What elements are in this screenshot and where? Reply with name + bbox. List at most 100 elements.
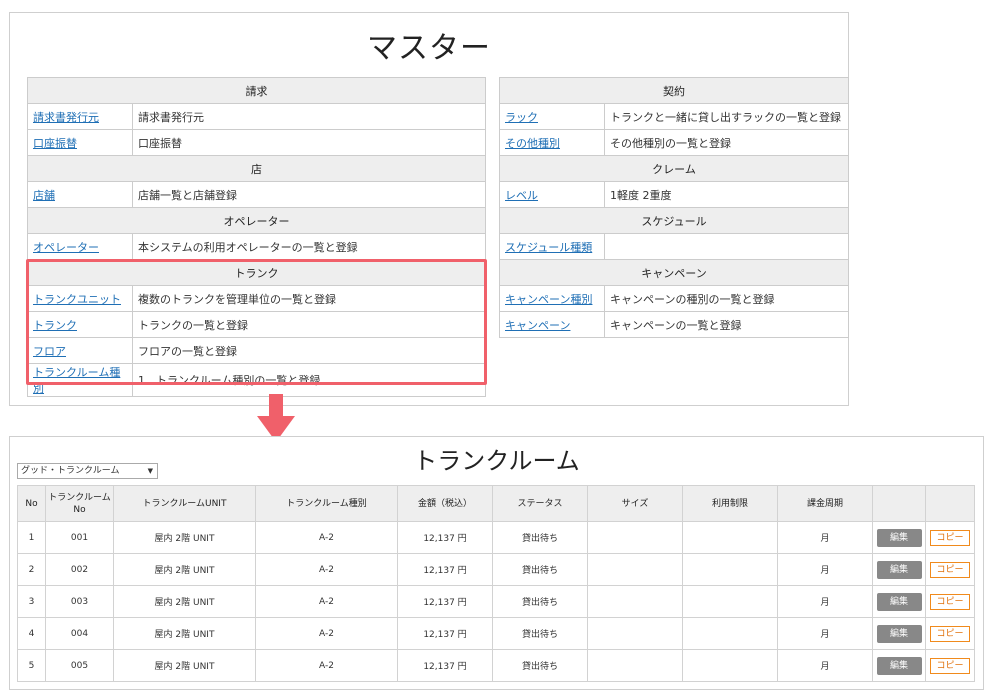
column-header: 課金周期 <box>777 485 873 522</box>
edit-button[interactable]: 編集 <box>876 560 922 579</box>
column-header: サイズ <box>587 485 683 522</box>
cell-price: 12,137 円 <box>397 649 493 682</box>
master-name-cell: トランクユニット <box>27 285 133 312</box>
master-link-right-1-0[interactable]: レベル <box>505 189 538 202</box>
section-header-row: トランク <box>27 259 486 286</box>
table-row: 4 004 屋内 2階 UNIT A-2 12,137 円貸出待ち 月編集 コピー <box>17 617 975 650</box>
cell-type: A-2 <box>255 553 398 586</box>
master-link-right-0-0[interactable]: ラック <box>505 111 538 124</box>
master-link-left-0-0[interactable]: 請求書発行元 <box>33 111 99 124</box>
cell-unit: 屋内 2階 UNIT <box>113 521 256 554</box>
master-link-left-3-1[interactable]: トランク <box>33 319 77 332</box>
master-description: トランクの一覧と登録 <box>132 311 486 338</box>
master-link-left-3-0[interactable]: トランクユニット <box>33 293 121 306</box>
master-link-right-2-0[interactable]: スケジュール種類 <box>505 241 592 254</box>
column-header: 利用制限 <box>682 485 778 522</box>
master-row: キャンペーン キャンペーンの一覧と登録 <box>499 311 849 338</box>
column-header: ステータス <box>492 485 588 522</box>
master-name-cell: 口座振替 <box>27 129 133 156</box>
cell-type: A-2 <box>255 521 398 554</box>
edit-button[interactable]: 編集 <box>876 624 922 643</box>
master-name-cell: オペレーター <box>27 233 133 260</box>
copy-button[interactable]: コピー <box>930 657 970 674</box>
master-link-left-1-0[interactable]: 店舗 <box>33 189 55 202</box>
master-link-left-2-0[interactable]: オペレーター <box>33 241 99 254</box>
master-description: 口座振替 <box>132 129 486 156</box>
cell-unit: 屋内 2階 UNIT <box>113 649 256 682</box>
edit-button[interactable]: 編集 <box>876 528 922 547</box>
cell-no: 2 <box>17 553 46 586</box>
master-panel: マスター 請求 請求書発行元 請求書発行元 口座振替 口座振替店店舗 店舗一覧と店舗登録オ… <box>9 12 849 406</box>
cell-price: 12,137 円 <box>397 553 493 586</box>
section-header-row: スケジュール <box>499 207 849 234</box>
edit-button[interactable]: 編集 <box>876 656 922 675</box>
master-name-cell: 店舗 <box>27 181 133 208</box>
table-row: 5 005 屋内 2階 UNIT A-2 12,137 円貸出待ち 月編集 コピー <box>17 649 975 682</box>
master-table-right: 契約 ラック トランクと一緒に貸し出すラックの一覧と登録その他種別 その他種別の一覧と… <box>499 77 849 338</box>
section-title: トランク <box>27 259 486 286</box>
copy-button[interactable]: コピー <box>930 529 970 546</box>
master-row: ラック トランクと一緒に貸し出すラックの一覧と登録 <box>499 103 849 130</box>
master-link-left-3-2[interactable]: フロア <box>33 345 66 358</box>
cell-size <box>587 521 683 554</box>
cell-unit: 屋内 2階 UNIT <box>113 617 256 650</box>
edit-cell: 編集 <box>872 617 926 650</box>
edit-cell: 編集 <box>872 649 926 682</box>
store-filter-select[interactable]: グッド・トランクルーム ▼ <box>17 463 158 479</box>
cell-unit: 屋内 2階 UNIT <box>113 585 256 618</box>
master-name-cell: キャンペーン種別 <box>499 285 605 312</box>
trunkroom-panel: トランクルーム グッド・トランクルーム ▼ No トランクルーム No トランクルーム… <box>9 436 984 690</box>
master-description: 1軽度 2重度 <box>604 181 849 208</box>
section-header-row: キャンペーン <box>499 259 849 286</box>
master-row: キャンペーン種別 キャンペーンの種別の一覧と登録 <box>499 285 849 312</box>
section-header-row: 請求 <box>27 77 486 104</box>
section-header-row: オペレーター <box>27 207 486 234</box>
table-row: 1 001 屋内 2階 UNIT A-2 12,137 円貸出待ち 月編集 コピー <box>17 521 975 554</box>
edit-cell: 編集 <box>872 553 926 586</box>
copy-cell: コピー <box>925 521 975 554</box>
cell-room-no: 004 <box>45 617 114 650</box>
column-header: トランクルーム種別 <box>255 485 398 522</box>
edit-button[interactable]: 編集 <box>876 592 922 611</box>
master-link-left-3-3[interactable]: トランクルーム種別 <box>33 366 120 395</box>
master-description: フロアの一覧と登録 <box>132 337 486 364</box>
master-link-left-0-1[interactable]: 口座振替 <box>33 137 77 150</box>
master-row: スケジュール種類 <box>499 233 849 260</box>
master-row: レベル 1軽度 2重度 <box>499 181 849 208</box>
master-description: その他種別の一覧と登録 <box>604 129 849 156</box>
cell-room-no: 005 <box>45 649 114 682</box>
section-title: キャンペーン <box>499 259 849 286</box>
cell-cycle: 月 <box>777 585 873 618</box>
copy-cell: コピー <box>925 649 975 682</box>
section-header-row: クレーム <box>499 155 849 182</box>
master-row: 請求書発行元 請求書発行元 <box>27 103 486 130</box>
cell-status: 貸出待ち <box>492 649 588 682</box>
master-link-right-0-1[interactable]: その他種別 <box>505 137 560 150</box>
master-description: キャンペーンの一覧と登録 <box>604 311 849 338</box>
edit-cell: 編集 <box>872 521 926 554</box>
copy-cell: コピー <box>925 553 975 586</box>
cell-type: A-2 <box>255 649 398 682</box>
master-description: 請求書発行元 <box>132 103 486 130</box>
cell-price: 12,137 円 <box>397 617 493 650</box>
section-title: オペレーター <box>27 207 486 234</box>
section-title: クレーム <box>499 155 849 182</box>
table-row: 2 002 屋内 2階 UNIT A-2 12,137 円貸出待ち 月編集 コピー <box>17 553 975 586</box>
cell-limit <box>682 521 778 554</box>
copy-button[interactable]: コピー <box>930 625 970 642</box>
section-title: 契約 <box>499 77 849 104</box>
master-description: 本システムの利用オペレーターの一覧と登録 <box>132 233 486 260</box>
cell-limit <box>682 649 778 682</box>
master-row: オペレーター 本システムの利用オペレーターの一覧と登録 <box>27 233 486 260</box>
cell-size <box>587 617 683 650</box>
cell-room-no: 001 <box>45 521 114 554</box>
master-name-cell: フロア <box>27 337 133 364</box>
copy-button[interactable]: コピー <box>930 561 970 578</box>
cell-no: 4 <box>17 617 46 650</box>
trunkroom-table: No トランクルーム No トランクルームUNIT トランクルーム種別 金額（税込） ステー… <box>17 485 975 682</box>
cell-status: 貸出待ち <box>492 617 588 650</box>
copy-button[interactable]: コピー <box>930 593 970 610</box>
master-link-right-3-1[interactable]: キャンペーン <box>505 319 570 332</box>
master-link-right-3-0[interactable]: キャンペーン種別 <box>505 293 592 306</box>
cell-status: 貸出待ち <box>492 521 588 554</box>
